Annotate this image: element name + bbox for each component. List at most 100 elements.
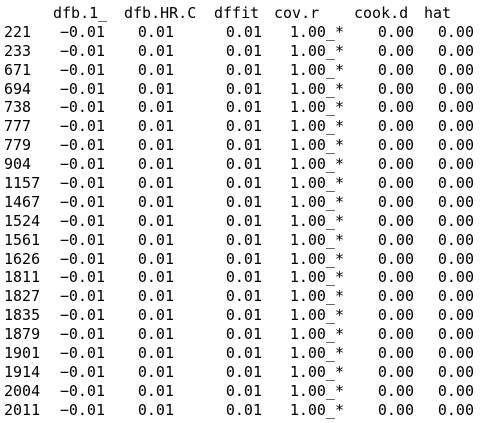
row-name: 1157 (4, 174, 41, 193)
cook-d-cell: 0.00 (377, 230, 414, 249)
row-name: 1524 (4, 211, 41, 230)
dfb-1-cell: −0.01 (59, 249, 105, 268)
dffit-cell: 0.01 (225, 306, 262, 325)
table-row: 233 −0.01 0.01 0.01 1.00_* 0.00 0.00 (0, 42, 495, 61)
cov-r-cell: 1.00_* (289, 192, 344, 211)
row-name: 1901 (4, 344, 41, 363)
table-row: 1827 −0.01 0.01 0.01 1.00_* 0.00 0.00 (0, 287, 495, 306)
table-row: 2004 −0.01 0.01 0.01 1.00_* 0.00 0.00 (0, 382, 495, 401)
dfb-1-cell: −0.01 (59, 79, 105, 98)
dfb-hr-c-cell: 0.01 (137, 306, 174, 325)
cook-d-cell: 0.00 (377, 381, 414, 400)
cook-d-cell: 0.00 (377, 79, 414, 98)
dfb-hr-c-cell: 0.01 (137, 230, 174, 249)
cook-d-cell: 0.00 (377, 41, 414, 60)
dffit-cell: 0.01 (225, 400, 262, 419)
row-name: 694 (4, 79, 32, 98)
dfb-1-cell: −0.01 (59, 400, 105, 419)
hat-cell: 0.00 (437, 325, 474, 344)
column-header-hat: hat (424, 4, 452, 22)
hat-cell: 0.00 (437, 400, 474, 419)
hat-cell: 0.00 (437, 60, 474, 79)
table-row: 1879 −0.01 0.01 0.01 1.00_* 0.00 0.00 (0, 325, 495, 344)
dfb-1-cell: −0.01 (59, 192, 105, 211)
dfb-1-cell: −0.01 (59, 41, 105, 60)
cov-r-cell: 1.00_* (289, 98, 344, 117)
dffit-cell: 0.01 (225, 230, 262, 249)
hat-cell: 0.00 (437, 362, 474, 381)
r-console-output: dfb.1_ dfb.HR.C dffit cov.r cook.d hat 2… (0, 0, 495, 423)
dffit-cell: 0.01 (225, 117, 262, 136)
dfb-hr-c-cell: 0.01 (137, 174, 174, 193)
cov-r-cell: 1.00_* (289, 60, 344, 79)
hat-cell: 0.00 (437, 98, 474, 117)
dfb-hr-c-cell: 0.01 (137, 155, 174, 174)
row-name: 671 (4, 60, 32, 79)
dfb-1-cell: −0.01 (59, 155, 105, 174)
table-row: 694 −0.01 0.01 0.01 1.00_* 0.00 0.00 (0, 80, 495, 99)
table-row: 1626 −0.01 0.01 0.01 1.00_* 0.00 0.00 (0, 250, 495, 269)
hat-cell: 0.00 (437, 268, 474, 287)
dfb-1-cell: −0.01 (59, 287, 105, 306)
row-name: 2004 (4, 381, 41, 400)
hat-cell: 0.00 (437, 79, 474, 98)
dfb-hr-c-cell: 0.01 (137, 268, 174, 287)
hat-cell: 0.00 (437, 381, 474, 400)
column-header-dfb-hr-c: dfb.HR.C (124, 4, 197, 22)
dfb-hr-c-cell: 0.01 (137, 60, 174, 79)
dffit-cell: 0.01 (225, 41, 262, 60)
table-row: 1561 −0.01 0.01 0.01 1.00_* 0.00 0.00 (0, 231, 495, 250)
cook-d-cell: 0.00 (377, 60, 414, 79)
table-row: 1835 −0.01 0.01 0.01 1.00_* 0.00 0.00 (0, 306, 495, 325)
dfb-hr-c-cell: 0.01 (137, 136, 174, 155)
dfb-1-cell: −0.01 (59, 381, 105, 400)
hat-cell: 0.00 (437, 155, 474, 174)
dfb-hr-c-cell: 0.01 (137, 211, 174, 230)
column-header-dfb-1: dfb.1_ (53, 4, 108, 22)
dffit-cell: 0.01 (225, 362, 262, 381)
dffit-cell: 0.01 (225, 155, 262, 174)
dfb-hr-c-cell: 0.01 (137, 192, 174, 211)
hat-cell: 0.00 (437, 136, 474, 155)
dfb-hr-c-cell: 0.01 (137, 400, 174, 419)
row-name: 2011 (4, 400, 41, 419)
row-name: 777 (4, 117, 32, 136)
row-name: 1561 (4, 230, 41, 249)
dffit-cell: 0.01 (225, 268, 262, 287)
cook-d-cell: 0.00 (377, 400, 414, 419)
cook-d-cell: 0.00 (377, 362, 414, 381)
cov-r-cell: 1.00_* (289, 287, 344, 306)
cov-r-cell: 1.00_* (289, 306, 344, 325)
dfb-hr-c-cell: 0.01 (137, 79, 174, 98)
cook-d-cell: 0.00 (377, 344, 414, 363)
cov-r-cell: 1.00_* (289, 268, 344, 287)
dfb-1-cell: −0.01 (59, 98, 105, 117)
dfb-hr-c-cell: 0.01 (137, 117, 174, 136)
cov-r-cell: 1.00_* (289, 136, 344, 155)
dffit-cell: 0.01 (225, 249, 262, 268)
cov-r-cell: 1.00_* (289, 211, 344, 230)
cook-d-cell: 0.00 (377, 287, 414, 306)
cov-r-cell: 1.00_* (289, 381, 344, 400)
dfb-1-cell: −0.01 (59, 22, 105, 41)
table-row: 904 −0.01 0.01 0.01 1.00_* 0.00 0.00 (0, 155, 495, 174)
cook-d-cell: 0.00 (377, 192, 414, 211)
dffit-cell: 0.01 (225, 136, 262, 155)
dfb-1-cell: −0.01 (59, 268, 105, 287)
cov-r-cell: 1.00_* (289, 230, 344, 249)
hat-cell: 0.00 (437, 192, 474, 211)
cov-r-cell: 1.00_* (289, 400, 344, 419)
cov-r-cell: 1.00_* (289, 22, 344, 41)
cook-d-cell: 0.00 (377, 136, 414, 155)
dfb-hr-c-cell: 0.01 (137, 98, 174, 117)
dffit-cell: 0.01 (225, 174, 262, 193)
hat-cell: 0.00 (437, 306, 474, 325)
column-header-cov-r: cov.r (274, 4, 320, 22)
cov-r-cell: 1.00_* (289, 41, 344, 60)
row-name: 221 (4, 22, 32, 41)
dffit-cell: 0.01 (225, 192, 262, 211)
cook-d-cell: 0.00 (377, 325, 414, 344)
dfb-hr-c-cell: 0.01 (137, 22, 174, 41)
hat-cell: 0.00 (437, 41, 474, 60)
table-row: 2011 −0.01 0.01 0.01 1.00_* 0.00 0.00 (0, 401, 495, 420)
